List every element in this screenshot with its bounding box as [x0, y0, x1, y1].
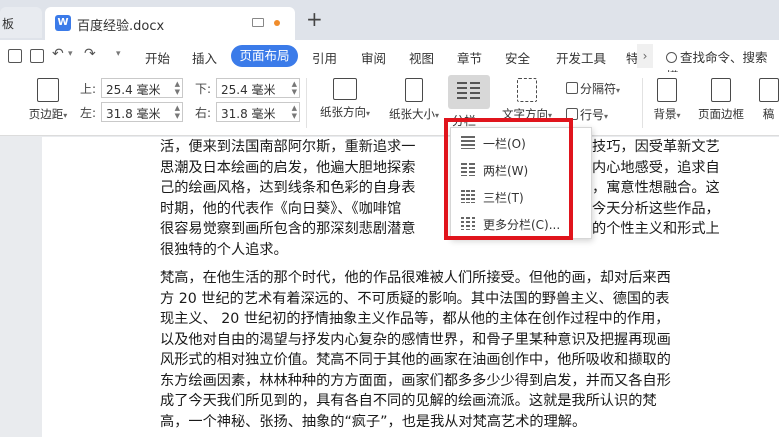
bottom-margin-field[interactable]: 25.4 毫米 ▲ ▼ — [216, 78, 300, 98]
paragraph-2-line: 以及他对自由的渴望与抒发内心复杂的感情世界，和骨子里某种意识及把握再现画 — [160, 331, 671, 348]
draft-icon — [758, 78, 779, 102]
paragraph-1-right: 技巧，因受革新文艺 内心地感受，追求自 ，寓意性想融合。这 今天分析这些作品， 的个性主… — [592, 137, 720, 240]
paragraph-1-line: 己的绘画风格，达到线条和色彩的自身表 — [160, 180, 416, 196]
page-border-label: 页面边框 — [698, 107, 744, 121]
paragraph-1-tail-line: 的个性主义和形式上 — [592, 221, 720, 237]
draft-button[interactable]: 稿 — [758, 76, 779, 132]
paragraph-1-tail-line: 今天分析这些作品， — [592, 200, 720, 217]
undo-dropdown-icon[interactable]: ▾ — [68, 49, 73, 59]
columns-icon — [457, 82, 481, 100]
top-margin-value: 25.4 毫米 — [106, 83, 161, 97]
paragraph-1-tail-line: 内心地感受，追求自 — [592, 159, 720, 176]
paragraph-2-line: 高，一个神秘、张扬、抽象的“疯子”，也是我从对梵高艺术的理解。 — [160, 413, 587, 430]
separator-button[interactable]: 分隔符▾ — [566, 80, 620, 97]
paper-size-label: 纸张大小 — [388, 107, 435, 121]
margins-button[interactable]: 页边距▾ — [22, 76, 74, 132]
bottom-margin-spinner[interactable]: ▲ ▼ — [292, 80, 297, 96]
background-icon — [657, 78, 677, 102]
save-icon[interactable] — [8, 49, 22, 63]
new-tab-button[interactable]: + — [306, 9, 323, 29]
top-margin-label: 上: — [80, 82, 97, 96]
line-number-label: 行号 — [580, 108, 605, 122]
ribbon-separator — [642, 78, 643, 128]
paragraph-1-line: 活，便来到法国南部阿尔斯，重新追求一 — [160, 139, 416, 155]
paragraph-2-line: 东方绘画因素，林林种种的方方面面，画家们都多多少少得到启发，并而又各自形 — [160, 372, 671, 389]
menu-view[interactable]: 视图 — [409, 48, 434, 67]
tab-document[interactable]: W 百度经验.docx — [45, 7, 295, 40]
menu-developer-tools[interactable]: 开发工具 — [556, 48, 606, 67]
page-border-icon — [711, 78, 731, 102]
margins-label: 页边距 — [28, 107, 64, 121]
highlight-annotation-box — [444, 118, 573, 240]
draft-label: 稿 — [762, 107, 775, 121]
title-bar: 板 W 百度经验.docx + — [0, 0, 779, 40]
left-margin-spinner[interactable]: ▲ ▼ — [175, 104, 180, 120]
word-doc-icon: W — [55, 15, 71, 31]
menu-bar: ↶ ▾ ↷ ▾ 开始 插入 页面布局 引用 审阅 视图 章节 安全 开发工具 特… — [0, 40, 779, 84]
paragraph-1-line: 时期，他的代表作《向日葵》、《咖啡馆 — [160, 200, 402, 217]
paragraph-2-line: 梵高，在他生活的那个时代，他的作品很难被人们所接受。但他的画，却对后来西 — [160, 270, 671, 286]
quick-access-dropdown-icon[interactable]: ▾ — [116, 49, 121, 59]
orientation-label: 纸张方向 — [319, 105, 366, 119]
paper-size-button[interactable]: 纸张大小▾ — [383, 76, 445, 132]
menu-scroll-right-button[interactable]: › — [637, 44, 653, 68]
menu-insert[interactable]: 插入 — [192, 48, 217, 67]
orientation-icon — [333, 78, 357, 100]
tab-document-title: 百度经验.docx — [77, 19, 165, 34]
menu-references[interactable]: 引用 — [312, 48, 337, 67]
page-border-button[interactable]: 页面边框 — [693, 76, 749, 132]
paragraph-1-line: 思潮及日本绘画的启发，他遍大胆地探索 — [160, 159, 416, 176]
right-margin-label: 右: — [195, 106, 212, 120]
menu-home[interactable]: 开始 — [145, 48, 170, 67]
ribbon-separator — [306, 78, 307, 128]
left-margin-value: 31.8 毫米 — [106, 107, 161, 121]
paragraph-1: 活，便来到法国南部阿尔斯，重新追求一 思潮及日本绘画的启发，他遍大胆地探索 己的绘画… — [160, 137, 415, 260]
paragraph-2: 梵高，在他生活的那个时代，他的作品很难被人们所接受。但他的画，却对后来西方 20… — [160, 268, 671, 432]
ribbon-toolbar: 页边距▾ 上: 25.4 毫米 ▲ ▼ 下: 25.4 毫米 ▲ ▼ 左: 31.8 毫… — [0, 72, 779, 136]
top-margin-field[interactable]: 25.4 毫米 ▲ ▼ — [101, 78, 183, 98]
paragraph-1-line: 很容易觉察到画所包含的那深刻悲剧潜意 — [160, 221, 416, 237]
page-break-icon — [566, 82, 578, 94]
orientation-button[interactable]: 纸张方向▾ — [314, 76, 376, 132]
background-button[interactable]: 背景▾ — [646, 76, 688, 132]
menu-chapter[interactable]: 章节 — [457, 48, 482, 67]
undo-icon[interactable]: ↶ — [52, 46, 64, 62]
left-margin-label: 左: — [80, 106, 97, 120]
right-margin-spinner[interactable]: ▲ ▼ — [292, 104, 297, 120]
tab-previous-label: 板 — [2, 17, 15, 31]
margins-icon — [37, 78, 59, 102]
separator-label: 分隔符 — [580, 82, 617, 96]
top-margin-spinner[interactable]: ▲ ▼ — [175, 80, 180, 96]
paragraph-2-line: 风形式的相对独立价值。梵高不同于其他的画家在油画创作中，他所吸收和撷取的 — [160, 352, 671, 368]
monitor-icon[interactable] — [252, 18, 264, 27]
paragraph-2-line: 现主义、 20 世纪初的抒情抽象主义作品等，都从他的主体在创作过程中的作用， — [160, 311, 670, 327]
unsaved-dot-icon — [274, 20, 280, 26]
right-margin-field[interactable]: 31.8 毫米 ▲ ▼ — [216, 102, 300, 122]
bottom-margin-label: 下: — [195, 82, 212, 96]
text-direction-icon — [517, 78, 537, 102]
background-label: 背景 — [653, 107, 677, 121]
paragraph-1-tail-line: ，寓意性想融合。这 — [592, 180, 720, 196]
paragraph-2-line: 成了今天我们所见到的，具有各自不同的见解的绘画流派。这就是我所认识的梵 — [160, 393, 657, 409]
print-preview-icon[interactable] — [30, 49, 44, 63]
paragraph-2-line: 方 20 世纪的艺术有着深远的、不可质疑的影响。其中法国的野兽主义、德国的表 — [160, 290, 670, 307]
search-icon — [666, 52, 677, 63]
menu-security[interactable]: 安全 — [505, 48, 530, 67]
left-margin-field[interactable]: 31.8 毫米 ▲ ▼ — [101, 102, 183, 122]
paragraph-1-tail-line: 技巧，因受革新文艺 — [592, 139, 720, 155]
menu-review[interactable]: 审阅 — [361, 48, 386, 67]
tab-previous[interactable]: 板 — [0, 7, 42, 38]
right-margin-value: 31.8 毫米 — [221, 107, 276, 121]
paper-size-icon — [405, 78, 423, 102]
menu-page-layout[interactable]: 页面布局 — [231, 45, 298, 67]
bottom-margin-value: 25.4 毫米 — [221, 83, 276, 97]
redo-icon[interactable]: ↷ — [84, 46, 96, 62]
paragraph-1-line: 很独特的个人追求。 — [160, 241, 288, 258]
